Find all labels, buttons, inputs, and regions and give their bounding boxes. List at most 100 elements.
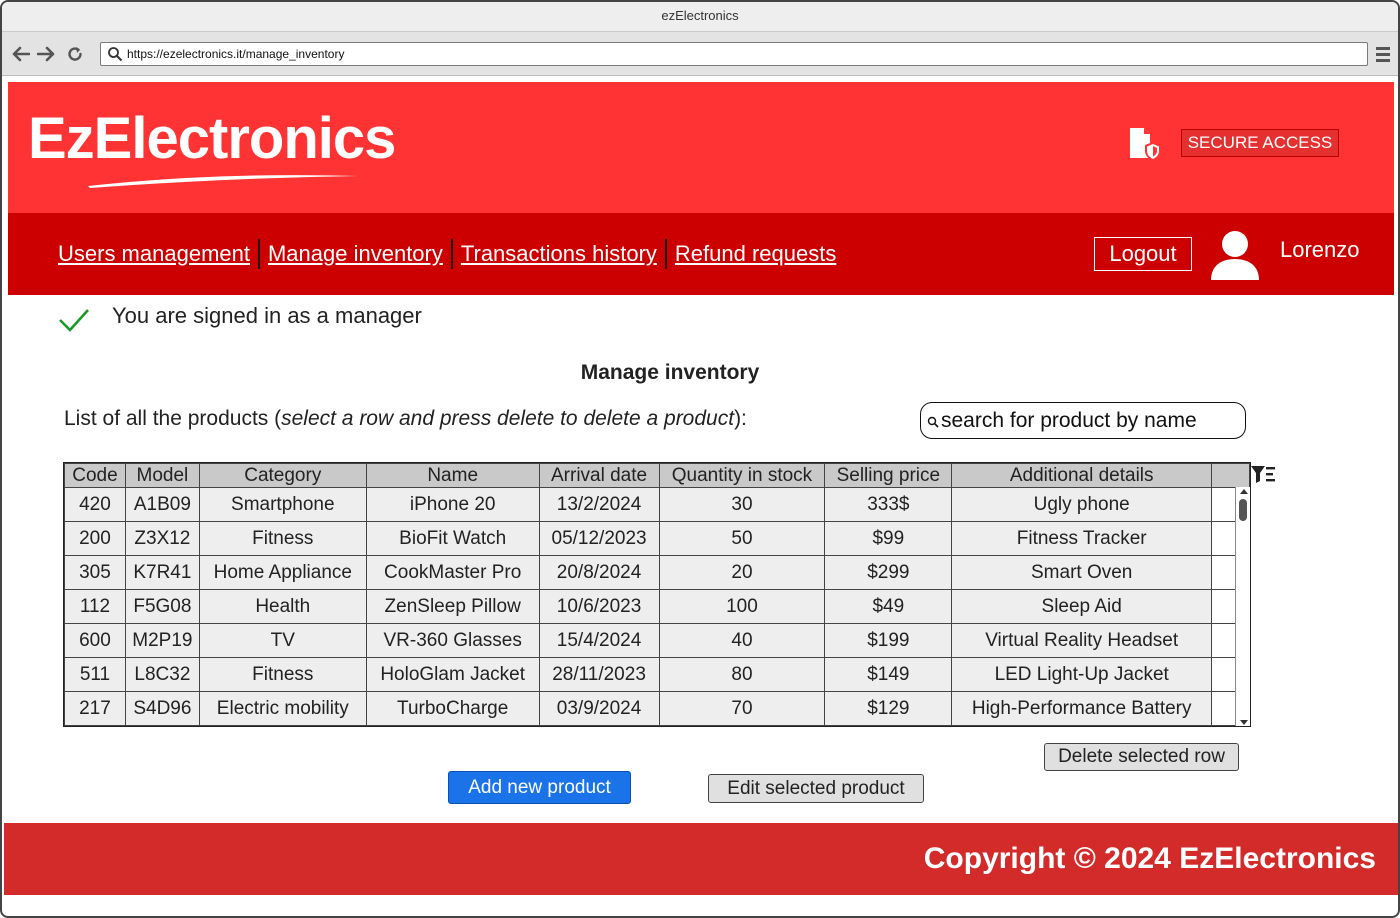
cell-name[interactable]: iPhone 20 (365, 487, 540, 522)
scroll-up-icon[interactable] (1240, 489, 1248, 494)
cell-model[interactable]: A1B09 (124, 487, 200, 522)
cell-details[interactable]: LED Light-Up Jacket (951, 657, 1213, 692)
cell-model[interactable]: Z3X12 (124, 521, 200, 556)
cell-quantity[interactable]: 20 (658, 555, 826, 590)
table-row[interactable]: 600 M2P19 TV VR-360 Glasses 15/4/2024 40 $199 V… (64, 623, 1250, 658)
cell-category[interactable]: Home Appliance (198, 555, 367, 590)
window-title: ezElectronics (2, 2, 1398, 32)
products-table: Code Model Category Name Arrival date Qu… (63, 462, 1251, 727)
cell-price[interactable]: $129 (824, 691, 953, 726)
edit-selected-product-button[interactable]: Edit selected product (708, 774, 924, 803)
cell-model[interactable]: K7R41 (124, 555, 200, 590)
table-row[interactable]: 112 F5G08 Health ZenSleep Pillow 10/6/2023 10… (64, 589, 1250, 624)
cell-arrival-date[interactable]: 05/12/2023 (538, 521, 660, 556)
cell-code[interactable]: 200 (64, 521, 126, 556)
secure-access-badge: SECURE ACCESS (1181, 129, 1339, 157)
signed-in-status: You are signed in as a manager (112, 303, 422, 328)
cell-arrival-date[interactable]: 13/2/2024 (538, 487, 660, 522)
cell-arrival-date[interactable]: 10/6/2023 (538, 589, 660, 624)
cell-code[interactable]: 511 (64, 657, 126, 692)
cell-price[interactable]: $49 (824, 589, 953, 624)
column-header-quantity[interactable]: Quantity in stock (658, 463, 826, 488)
cell-code[interactable]: 305 (64, 555, 126, 590)
cell-price[interactable]: $299 (824, 555, 953, 590)
cell-quantity[interactable]: 40 (658, 623, 826, 658)
url-input[interactable] (127, 45, 1357, 63)
table-row[interactable]: 420 A1B09 Smartphone iPhone 20 13/2/2024 30 33… (64, 487, 1250, 522)
column-header-category[interactable]: Category (198, 463, 367, 488)
cell-model[interactable]: L8C32 (124, 657, 200, 692)
cell-quantity[interactable]: 100 (658, 589, 826, 624)
table-row[interactable]: 305 K7R41 Home Appliance CookMaster Pro 20/8… (64, 555, 1250, 590)
cell-name[interactable]: HoloGlam Jacket (365, 657, 540, 692)
cell-category[interactable]: Smartphone (198, 487, 367, 522)
cell-quantity[interactable]: 80 (658, 657, 826, 692)
cell-category[interactable]: Electric mobility (198, 691, 367, 726)
back-arrow-icon[interactable] (10, 43, 32, 65)
cell-arrival-date[interactable]: 15/4/2024 (538, 623, 660, 658)
cell-category[interactable]: Fitness (198, 657, 367, 692)
scroll-thumb[interactable] (1239, 499, 1247, 521)
filter-icon[interactable] (1250, 464, 1276, 486)
cell-code[interactable]: 217 (64, 691, 126, 726)
cell-price[interactable]: $149 (824, 657, 953, 692)
column-header-details[interactable]: Additional details (951, 463, 1213, 488)
cell-code[interactable]: 112 (64, 589, 126, 624)
column-header-model[interactable]: Model (124, 463, 200, 488)
delete-selected-row-button[interactable]: Delete selected row (1044, 743, 1239, 771)
address-bar[interactable] (100, 42, 1368, 66)
forward-arrow-icon[interactable] (35, 43, 57, 65)
scroll-down-icon[interactable] (1240, 720, 1248, 725)
main-nav: Users management Manage inventory Transa… (8, 213, 1394, 295)
cell-category[interactable]: Health (198, 589, 367, 624)
column-header-price[interactable]: Selling price (824, 463, 953, 488)
cell-price[interactable]: $99 (824, 521, 953, 556)
cell-name[interactable]: ZenSleep Pillow (365, 589, 540, 624)
cell-details[interactable]: Ugly phone (951, 487, 1213, 522)
column-header-arrival-date[interactable]: Arrival date (538, 463, 660, 488)
nav-refund-requests[interactable]: Refund requests (667, 239, 844, 269)
logo[interactable]: EzElectronics (28, 102, 428, 192)
column-header-code[interactable]: Code (64, 463, 126, 488)
cell-quantity[interactable]: 50 (658, 521, 826, 556)
table-row[interactable]: 217 S4D96 Electric mobility TurboCharge 03/9… (64, 691, 1250, 726)
cell-code[interactable]: 600 (64, 623, 126, 658)
cell-model[interactable]: F5G08 (124, 589, 200, 624)
nav-links: Users management Manage inventory Transa… (58, 237, 844, 271)
reload-icon[interactable] (64, 43, 86, 65)
user-avatar-icon[interactable] (1208, 228, 1262, 282)
cell-name[interactable]: VR-360 Glasses (365, 623, 540, 658)
table-scrollbar[interactable] (1235, 487, 1250, 726)
cell-name[interactable]: BioFit Watch (365, 521, 540, 556)
cell-arrival-date[interactable]: 20/8/2024 (538, 555, 660, 590)
cell-details[interactable]: Sleep Aid (951, 589, 1213, 624)
cell-details[interactable]: Fitness Tracker (951, 521, 1213, 556)
product-search[interactable] (920, 402, 1246, 439)
cell-details[interactable]: Virtual Reality Headset (951, 623, 1213, 658)
cell-category[interactable]: Fitness (198, 521, 367, 556)
cell-quantity[interactable]: 70 (658, 691, 826, 726)
cell-category[interactable]: TV (198, 623, 367, 658)
cell-price[interactable]: 333$ (824, 487, 953, 522)
logout-button[interactable]: Logout (1094, 237, 1192, 271)
add-new-product-button[interactable]: Add new product (448, 771, 631, 804)
cell-name[interactable]: TurboCharge (365, 691, 540, 726)
cell-price[interactable]: $199 (824, 623, 953, 658)
table-row[interactable]: 200 Z3X12 Fitness BioFit Watch 05/12/2023 50 $… (64, 521, 1250, 556)
cell-arrival-date[interactable]: 28/11/2023 (538, 657, 660, 692)
cell-model[interactable]: M2P19 (124, 623, 200, 658)
cell-model[interactable]: S4D96 (124, 691, 200, 726)
nav-transactions-history[interactable]: Transactions history (453, 239, 667, 269)
cell-name[interactable]: CookMaster Pro (365, 555, 540, 590)
table-row[interactable]: 511 L8C32 Fitness HoloGlam Jacket 28/11/2023… (64, 657, 1250, 692)
search-input[interactable] (941, 407, 1241, 435)
column-header-name[interactable]: Name (365, 463, 540, 488)
nav-users-management[interactable]: Users management (58, 239, 260, 269)
nav-manage-inventory[interactable]: Manage inventory (260, 239, 453, 269)
browser-menu-icon[interactable] (1374, 44, 1392, 64)
cell-details[interactable]: Smart Oven (951, 555, 1213, 590)
cell-code[interactable]: 420 (64, 487, 126, 522)
cell-arrival-date[interactable]: 03/9/2024 (538, 691, 660, 726)
cell-details[interactable]: High-Performance Battery (951, 691, 1213, 726)
cell-quantity[interactable]: 30 (658, 487, 826, 522)
